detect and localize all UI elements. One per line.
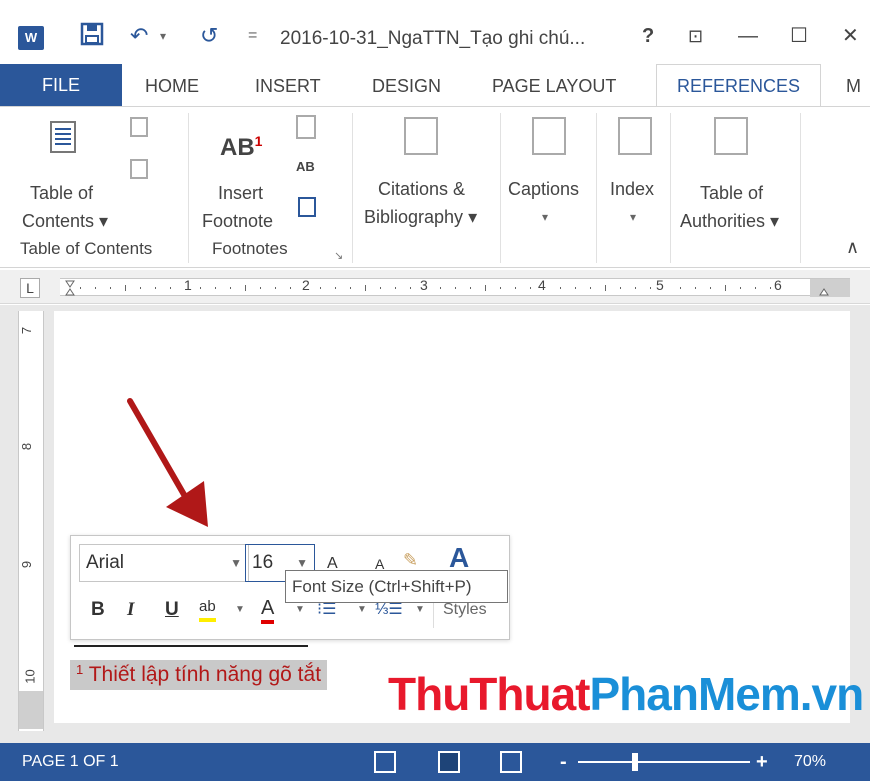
next-footnote-icon[interactable]: AB (296, 159, 315, 174)
title-bar: W ↶ ▾ ↺ = 2016-10-31_NgaTTN_Tạo ghi chú.… (0, 0, 870, 64)
citations-label-line2: Bibliography ▾ (364, 207, 478, 227)
group-separator (188, 113, 189, 263)
font-size-value: 16 (252, 552, 274, 573)
font-name-value: Arial (86, 552, 125, 573)
font-size-tooltip: Font Size (Ctrl+Shift+P) (285, 570, 508, 603)
group-separator (352, 113, 353, 263)
index-dropdown-icon: ▾ (630, 210, 637, 224)
group-label-footnotes: Footnotes (212, 239, 288, 258)
zoom-level[interactable]: 70% (794, 743, 826, 781)
show-notes-icon[interactable] (298, 197, 316, 217)
zoom-in-button[interactable]: + (756, 743, 768, 781)
undo-icon[interactable]: ↶ (130, 22, 148, 50)
watermark-part1: ThuThuat (388, 668, 590, 720)
vruler-margin (19, 691, 43, 729)
bold-button[interactable]: B (91, 596, 105, 624)
tab-selector[interactable]: L (20, 278, 40, 298)
help-button[interactable]: ? (642, 22, 654, 50)
minimize-button[interactable]: — (738, 22, 758, 50)
ruler-strip: 1 2 3 4 5 6 (60, 277, 850, 297)
font-color-button[interactable]: A (261, 596, 275, 624)
insert-endnote-icon[interactable] (296, 115, 316, 139)
citations-label-line1: Citations & (378, 179, 466, 199)
print-layout-icon[interactable] (438, 751, 460, 773)
group-separator (800, 113, 801, 263)
vruler-number: 8 (19, 442, 35, 451)
table-of-contents-icon (50, 121, 76, 153)
authorities-label-line2: Authorities ▾ (680, 211, 780, 231)
underline-button[interactable]: U (165, 596, 179, 624)
group-separator (500, 113, 501, 263)
tab-insert[interactable]: INSERT (255, 72, 321, 100)
ruler-number: 4 (538, 277, 546, 293)
vertical-ruler[interactable]: 7 8 9 10 (18, 311, 44, 731)
maximize-button[interactable]: ☐ (790, 22, 808, 50)
authorities-label-line1: Table of (700, 183, 764, 203)
index-label: Index (610, 179, 655, 199)
footnote-content: Thiết lập tính năng gõ tắt (83, 663, 322, 686)
tab-design[interactable]: DESIGN (372, 72, 441, 100)
close-button[interactable]: ✕ (842, 22, 859, 50)
red-arrow-annotation (127, 398, 208, 527)
tab-references[interactable]: REFERENCES (656, 64, 822, 107)
insert-footnote-label-line2: Footnote (202, 211, 274, 231)
undo-dropdown-icon[interactable]: ▾ (160, 22, 166, 50)
watermark-logo: ThuThuatPhanMem.vn (388, 664, 865, 724)
page-count[interactable]: PAGE 1 OF 1 (22, 743, 119, 781)
window-title: 2016-10-31_NgaTTN_Tạo ghi chú... (280, 28, 586, 49)
index-icon (618, 117, 652, 155)
ribbon-display-options-button[interactable]: ⊡ (688, 22, 703, 50)
tab-home[interactable]: HOME (145, 72, 199, 100)
ruler-number: 3 (420, 277, 428, 293)
zoom-slider-track[interactable] (578, 761, 750, 763)
font-name-box[interactable]: Arial ▼ (79, 544, 249, 582)
captions-dropdown-icon: ▾ (542, 210, 549, 224)
collapse-ribbon-icon[interactable]: ∧ (846, 237, 859, 258)
redo-icon[interactable]: ↺ (200, 22, 218, 50)
highlight-color-button[interactable]: ab (199, 596, 216, 622)
vruler-number: 10 (22, 669, 38, 684)
status-bar: PAGE 1 OF 1 - + 70% (0, 743, 870, 781)
footnotes-dialog-launcher-icon[interactable]: ↘ (334, 249, 343, 262)
zoom-slider-thumb[interactable] (632, 753, 638, 771)
horizontal-ruler[interactable]: L 1 2 3 4 5 6 (0, 270, 870, 304)
highlight-dropdown-icon[interactable]: ▼ (235, 596, 245, 624)
save-icon[interactable] (80, 22, 104, 53)
word-logo-icon[interactable]: W (18, 26, 44, 50)
ruler-number: 1 (184, 277, 192, 293)
insert-footnote-label-line1: Insert (218, 183, 264, 203)
captions-icon (532, 117, 566, 155)
vruler-number: 9 (19, 560, 35, 569)
ribbon-references: Table of Contents ▾ Table of Contents AB… (0, 106, 870, 268)
vruler-number: 7 (19, 326, 35, 335)
update-table-icon[interactable] (130, 159, 148, 179)
group-label-table-of-contents: Table of Contents (20, 239, 153, 258)
tab-page-layout[interactable]: PAGE LAYOUT (492, 72, 616, 100)
web-layout-icon[interactable] (500, 751, 522, 773)
add-text-icon[interactable] (130, 117, 148, 137)
ruler-number: 2 (302, 277, 310, 293)
tab-mailings[interactable]: M (846, 72, 861, 100)
ruler-number: 6 (774, 277, 782, 293)
ribbon-tabs: FILE HOME INSERT DESIGN PAGE LAYOUT REFE… (0, 64, 870, 107)
font-name-dropdown-icon[interactable]: ▼ (230, 545, 242, 581)
captions-label: Captions (508, 179, 580, 199)
table-of-authorities-icon (714, 117, 748, 155)
group-separator (596, 113, 597, 263)
toc-label-line1: Table of (30, 183, 94, 203)
customize-quick-access-icon[interactable]: = (248, 22, 257, 50)
watermark-part2: PhanMem.vn (589, 668, 865, 720)
ruler-number: 5 (656, 277, 664, 293)
insert-footnote-icon: AB1 (220, 133, 263, 161)
tab-file[interactable]: FILE (0, 64, 122, 106)
zoom-out-button[interactable]: - (560, 743, 567, 781)
footnote-text[interactable]: 1 Thiết lập tính năng gõ tắt (70, 660, 328, 690)
read-mode-icon[interactable] (374, 751, 396, 773)
toc-label-line2: Contents ▾ (22, 211, 109, 231)
footnote-separator (74, 645, 308, 647)
citations-icon (404, 117, 438, 155)
italic-button[interactable]: I (127, 596, 134, 624)
group-separator (670, 113, 671, 263)
